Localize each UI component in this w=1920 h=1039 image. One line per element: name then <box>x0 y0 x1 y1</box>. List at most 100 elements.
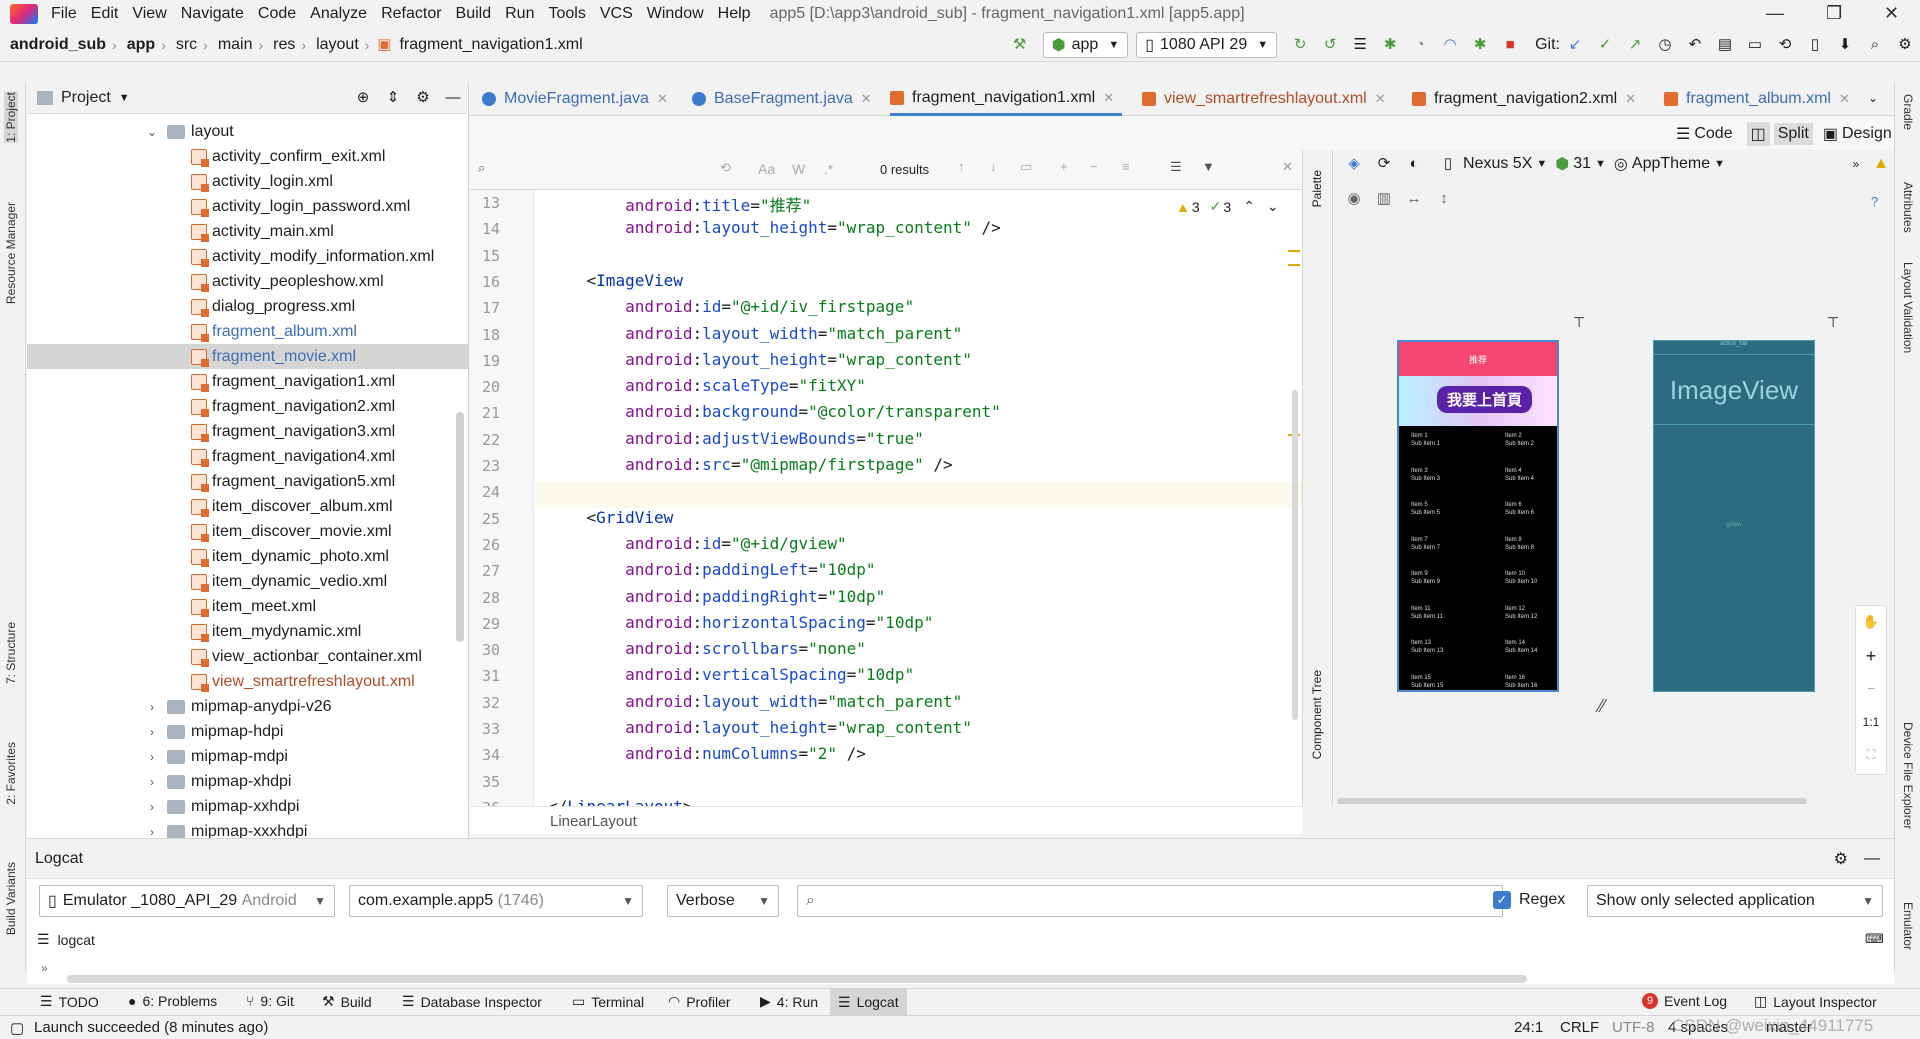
logcat-filter-select[interactable]: Show only selected application ▼ <box>1587 885 1883 917</box>
breadcrumb-src[interactable]: src <box>176 36 197 54</box>
tree-file-item[interactable]: item_discover_movie.xml <box>191 519 392 544</box>
editor-scrollbar[interactable] <box>1292 390 1298 720</box>
git-push-icon[interactable]: ↗ <box>1626 36 1644 54</box>
tab-database-inspector[interactable]: ☰ Database Inspector <box>402 993 542 1010</box>
tab-terminal[interactable]: ▭ Terminal <box>572 993 644 1010</box>
whole-word-toggle[interactable]: W <box>792 161 805 177</box>
tree-file-item[interactable]: fragment_navigation2.xml <box>191 394 395 419</box>
code-line[interactable]: android:title="推荐" <box>548 192 811 216</box>
code-line[interactable]: android:scaleType="fitXY" <box>548 376 866 395</box>
close-search-icon[interactable]: ✕ <box>1282 159 1293 175</box>
tool-tab-project[interactable]: 1: Project <box>4 92 18 143</box>
zoom-actual-size-button[interactable]: 1:1 <box>1856 704 1886 740</box>
view-code-button[interactable]: Code <box>1694 125 1732 143</box>
status-panel-toggle-icon[interactable]: ▢ <box>10 1019 24 1037</box>
coverage-icon[interactable]: ◔ <box>1411 36 1429 54</box>
theme-select[interactable]: AppTheme <box>1632 155 1710 173</box>
tree-file-item[interactable]: activity_login_password.xml <box>191 194 410 219</box>
remove-occurrence-icon[interactable]: − <box>1090 159 1098 174</box>
more-options-icon[interactable]: » <box>1852 157 1859 171</box>
breadcrumb-res[interactable]: res <box>273 36 295 54</box>
tree-file-item[interactable]: fragment_movie.xml <box>27 344 469 369</box>
zoom-in-icon[interactable]: + <box>1856 638 1886 674</box>
close-icon[interactable]: ✕ <box>1375 91 1386 107</box>
breadcrumb-file[interactable]: fragment_navigation1.xml <box>399 36 582 54</box>
phone-preview[interactable]: 推荐 我要上首頁 Item 1 Sub Item 1 Item 2 Sub Item … <box>1397 340 1559 692</box>
close-icon[interactable]: ✕ <box>1103 90 1114 106</box>
layers-design-icon[interactable]: ◈ <box>1345 155 1363 173</box>
tree-folder-item[interactable]: › mipmap-anydpi-v26 <box>145 694 332 719</box>
close-icon[interactable]: ✕ <box>1884 3 1899 24</box>
zoom-out-icon[interactable]: − <box>1856 674 1886 704</box>
tree-file-item[interactable]: activity_peopleshow.xml <box>191 269 384 294</box>
project-view-select[interactable]: Project <box>61 89 111 107</box>
tabs-overflow-icon[interactable]: ⌄ <box>1868 91 1878 105</box>
tab-todo[interactable]: ☰ TODO <box>40 993 99 1010</box>
night-mode-icon[interactable]: ◐ <box>1405 155 1423 173</box>
find-input[interactable] <box>498 158 718 182</box>
menu-refactor[interactable]: Refactor <box>374 5 448 23</box>
search-everywhere-icon[interactable]: ⌕ <box>1866 36 1884 54</box>
menu-code[interactable]: Code <box>251 5 303 23</box>
select-all-occurrences-icon[interactable]: ▭ <box>1020 159 1032 175</box>
hammer-build-icon[interactable]: ⚒ <box>1011 36 1029 54</box>
breadcrumb-main[interactable]: main <box>218 36 253 54</box>
tool-tab-structure[interactable]: 7: Structure <box>4 622 18 684</box>
tree-file-item[interactable]: fragment_album.xml <box>191 319 357 344</box>
zoom-to-fit-icon[interactable]: ⛶ <box>1856 740 1886 770</box>
tree-file-item[interactable]: fragment_navigation3.xml <box>191 419 395 444</box>
tool-tab-favorites[interactable]: 2: Favorites <box>4 742 18 805</box>
tool-tab-attributes[interactable]: Attributes <box>1901 182 1915 233</box>
error-stripe-mark[interactable] <box>1288 264 1300 266</box>
code-editor[interactable]: 13 14 15 16 17 18 19 20 21 22 23 24 25 26 27 28 29 30 31 32… <box>470 190 1302 806</box>
device-select[interactable]: Nexus 5X <box>1463 155 1532 173</box>
code-line[interactable]: android:id="@+id/gview" <box>548 534 847 553</box>
next-occurrence-icon[interactable]: ↓ <box>990 159 997 174</box>
breadcrumb-project[interactable]: android_sub <box>10 36 106 54</box>
chevron-down-icon[interactable]: ▼ <box>119 92 130 104</box>
tool-tab-layout-validation[interactable]: Layout Validation <box>1901 262 1915 353</box>
horizontal-constraint-icon[interactable]: ↔ <box>1405 190 1423 208</box>
inspection-widget[interactable]: ▲ 3 ✓ 3 ⌃ ⌄ <box>1176 198 1279 215</box>
tool-tab-resource-manager[interactable]: Resource Manager <box>4 202 18 304</box>
tab-profiler[interactable]: ◠ Profiler <box>668 993 731 1010</box>
add-occurrence-icon[interactable]: + <box>1060 159 1068 174</box>
code-line[interactable]: android:layout_width="match_parent" <box>548 324 962 343</box>
regex-checkbox[interactable]: ✓ <box>1493 891 1511 909</box>
tree-folder-item[interactable]: › mipmap-xhdpi <box>145 769 291 794</box>
sync-gradle-icon[interactable]: ⟲ <box>1776 36 1794 54</box>
tab-run[interactable]: ▶ 4: Run <box>760 993 818 1010</box>
tree-file-item[interactable]: fragment_navigation1.xml <box>191 369 395 394</box>
locate-target-icon[interactable]: ⊕ <box>354 89 372 107</box>
apply-code-icon[interactable]: ☰ <box>1351 36 1369 54</box>
minimize-icon[interactable]: — <box>1766 3 1784 24</box>
project-structure-icon[interactable]: ▤ <box>1716 36 1734 54</box>
resize-handle-icon[interactable]: ⁄⁄ <box>1599 696 1605 717</box>
chevron-right-icon[interactable]: › <box>145 825 159 839</box>
tool-tab-device-file-explorer[interactable]: Device File Explorer <box>1901 722 1915 829</box>
run-config-select[interactable]: ⬢ app ▼ <box>1042 31 1129 58</box>
tree-file-item[interactable]: item_discover_album.xml <box>191 494 393 519</box>
warning-icon[interactable]: ▲ <box>1873 155 1889 173</box>
tree-file-item[interactable]: item_meet.xml <box>191 594 316 619</box>
tab-view-smartrefreshlayout[interactable]: view_smartrefreshlayout.xml ✕ <box>1142 82 1386 116</box>
menu-edit[interactable]: Edit <box>84 5 126 23</box>
close-icon[interactable]: ✕ <box>1839 91 1850 107</box>
tree-folder-item[interactable]: › mipmap-hdpi <box>145 719 283 744</box>
code-line[interactable]: android:numColumns="2" /> <box>548 744 866 763</box>
avd-manager-icon[interactable]: ▭ <box>1746 36 1764 54</box>
next-highlight-icon[interactable]: ⌄ <box>1267 198 1279 215</box>
chevron-right-icon[interactable]: › <box>145 750 159 764</box>
git-commit-icon[interactable]: ✓ <box>1596 36 1614 54</box>
tool-tab-emulator[interactable]: Emulator <box>1901 902 1915 950</box>
caret-position[interactable]: 24:1 <box>1514 1019 1543 1036</box>
code-line[interactable]: <GridView <box>548 508 674 527</box>
hide-panel-icon[interactable]: — <box>444 89 462 107</box>
apply-changes-icon[interactable]: ↺ <box>1321 36 1339 54</box>
filter-options-icon[interactable]: ☰ <box>1170 159 1182 175</box>
breadcrumb-layout[interactable]: layout <box>316 36 359 54</box>
match-case-toggle[interactable]: Aa <box>758 161 775 177</box>
chevron-right-icon[interactable]: › <box>145 700 159 714</box>
logcat-subtab[interactable]: ☰ logcat <box>37 931 95 948</box>
menu-window[interactable]: Window <box>640 5 711 23</box>
